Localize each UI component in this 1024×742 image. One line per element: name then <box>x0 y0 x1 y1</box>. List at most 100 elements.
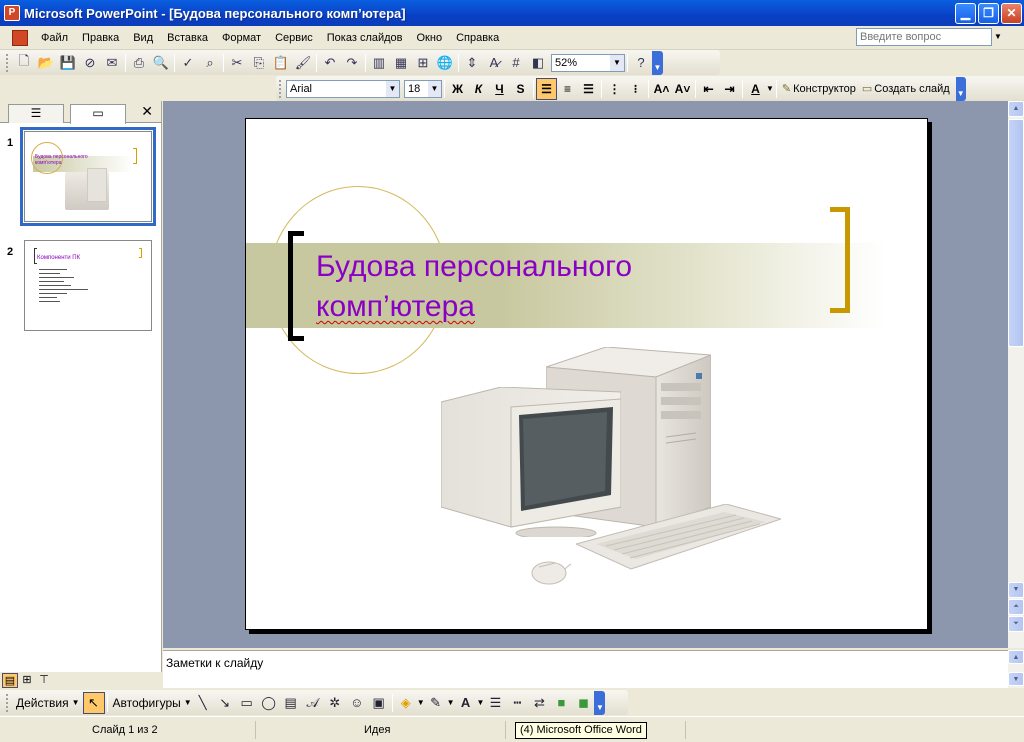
arrow-icon[interactable]: ↘ <box>214 692 236 714</box>
fill-color-icon[interactable]: ◈ <box>395 692 417 714</box>
paste-icon[interactable]: 📋 <box>270 52 292 74</box>
help-icon[interactable]: ? <box>630 52 652 74</box>
redo-icon[interactable]: ↷ <box>341 52 363 74</box>
chevron-down-icon[interactable]: ▼ <box>447 698 455 707</box>
vertical-scrollbar[interactable]: ▲ ▼ ⏶ ⏷ <box>1008 101 1024 648</box>
show-formatting-icon[interactable]: A̷ <box>483 52 505 74</box>
chevron-down-icon[interactable]: ▼ <box>766 84 774 93</box>
chevron-down-icon[interactable]: ▼ <box>72 698 80 707</box>
scroll-down-icon[interactable]: ▼ <box>1008 582 1024 598</box>
line-style-icon[interactable]: ☰ <box>484 692 506 714</box>
menu-file[interactable]: Файл <box>34 32 75 44</box>
line-icon[interactable]: ╲ <box>192 692 214 714</box>
dash-style-icon[interactable]: ┅ <box>506 692 528 714</box>
scroll-thumb[interactable] <box>1008 119 1024 347</box>
3d-style-icon[interactable]: ◼ <box>572 692 594 714</box>
undo-icon[interactable]: ↶ <box>319 52 341 74</box>
actions-menu[interactable]: Действия <box>13 696 72 710</box>
textbox-icon[interactable]: ▤ <box>280 692 302 714</box>
numbering-icon[interactable]: ⋮ <box>604 78 625 100</box>
menu-edit[interactable]: Правка <box>75 32 126 44</box>
shadow-style-icon[interactable]: ■ <box>550 692 572 714</box>
slide-thumbnail[interactable]: Компоненти ПК <box>24 240 152 331</box>
autoshapes-menu[interactable]: Автофигуры <box>110 696 184 710</box>
menu-insert[interactable]: Вставка <box>160 32 215 44</box>
slideshow-icon[interactable]: ⊤ <box>36 673 52 688</box>
chevron-down-icon[interactable]: ▼ <box>610 54 624 71</box>
chevron-down-icon[interactable]: ▼ <box>477 698 485 707</box>
toolbar-options-icon[interactable]: ▼ <box>652 50 663 75</box>
insert-chart-icon[interactable]: ▥ <box>368 52 390 74</box>
toolbar-grip[interactable] <box>6 693 9 712</box>
font-color-icon[interactable]: A <box>455 692 477 714</box>
open-icon[interactable]: 📂 <box>35 52 57 74</box>
rectangle-icon[interactable]: ▭ <box>236 692 258 714</box>
grid-icon[interactable]: # <box>505 52 527 74</box>
toolbar-grip[interactable] <box>6 53 9 72</box>
underline-button[interactable]: Ч <box>489 78 510 100</box>
next-slide-icon[interactable]: ⏷ <box>1008 616 1024 632</box>
chevron-down-icon[interactable]: ▼ <box>428 80 441 97</box>
decrease-indent-icon[interactable]: ⇤ <box>698 78 719 100</box>
research-icon[interactable]: ⌕ <box>199 52 221 74</box>
increase-indent-icon[interactable]: ⇥ <box>719 78 740 100</box>
toolbar-options-icon[interactable]: ▼ <box>594 690 606 715</box>
tab-outline[interactable]: ☰ <box>8 104 64 123</box>
wordart-icon[interactable]: 𝒜 <box>302 692 324 714</box>
normal-view-icon[interactable]: ▤ <box>2 672 18 688</box>
menu-format[interactable]: Формат <box>215 32 268 44</box>
menu-window[interactable]: Окно <box>410 32 450 44</box>
scroll-down-icon[interactable]: ▼ <box>1008 672 1024 686</box>
slide-sorter-icon[interactable]: ⊞ <box>19 673 35 688</box>
help-search-input[interactable]: Введите вопрос <box>856 28 992 46</box>
slide-canvas[interactable]: Будова персонального комп’ютера <box>245 118 928 630</box>
chevron-down-icon[interactable]: ▼ <box>184 698 192 707</box>
menu-help[interactable]: Справка <box>449 32 506 44</box>
menu-view[interactable]: Вид <box>126 32 160 44</box>
slide-title[interactable]: Будова персонального комп’ютера <box>316 247 756 327</box>
picture-icon[interactable]: ▣ <box>368 692 390 714</box>
bullets-icon[interactable]: ⁝ <box>625 78 646 100</box>
email-icon[interactable]: ✉ <box>101 52 123 74</box>
copy-icon[interactable]: ⎘ <box>248 52 270 74</box>
hyperlink-icon[interactable]: 🌐 <box>434 52 456 74</box>
arrow-style-icon[interactable]: ⇄ <box>528 692 550 714</box>
increase-font-icon[interactable]: A˄ <box>651 78 672 100</box>
scroll-up-icon[interactable]: ▲ <box>1008 101 1024 117</box>
align-center-icon[interactable]: ≡ <box>557 78 578 100</box>
font-color-icon[interactable]: A <box>745 78 766 100</box>
spelling-icon[interactable]: ✓ <box>177 52 199 74</box>
color-grayscale-icon[interactable]: ◧ <box>527 52 549 74</box>
zoom-select[interactable]: 52% ▼ <box>551 53 625 72</box>
print-icon[interactable]: ⎙ <box>128 52 150 74</box>
tables-borders-icon[interactable]: ⊞ <box>412 52 434 74</box>
close-icon[interactable]: ✕ <box>141 103 153 120</box>
align-right-icon[interactable]: ☰ <box>578 78 599 100</box>
minimize-button[interactable]: ▁ <box>955 2 976 24</box>
toolbar-grip[interactable] <box>279 79 282 98</box>
new-slide-button[interactable]: ▭ Создать слайд <box>859 82 953 96</box>
previous-slide-icon[interactable]: ⏶ <box>1008 599 1024 615</box>
tab-slides[interactable]: ▭ <box>70 104 126 124</box>
chevron-down-icon[interactable]: ▼ <box>417 698 425 707</box>
chevron-down-icon[interactable]: ▼ <box>386 80 399 97</box>
clipart-icon[interactable]: ☺ <box>346 692 368 714</box>
italic-button[interactable]: К <box>468 78 489 100</box>
menu-tools[interactable]: Сервис <box>268 32 320 44</box>
save-icon[interactable]: 💾 <box>57 52 79 74</box>
notes-scrollbar[interactable]: ▲ ▼ <box>1008 650 1024 688</box>
shadow-button[interactable]: S <box>510 78 531 100</box>
align-left-icon[interactable]: ☰ <box>536 77 557 100</box>
bold-button[interactable]: Ж <box>447 78 468 100</box>
close-button[interactable]: ✕ <box>1001 2 1022 24</box>
permission-icon[interactable]: ⊘ <box>79 52 101 74</box>
print-preview-icon[interactable]: 🔍 <box>150 52 172 74</box>
toolbar-options-icon[interactable]: ▼ <box>955 76 966 101</box>
font-select[interactable]: Arial ▼ <box>286 79 400 98</box>
slide-thumbnail[interactable]: Будова персонального комп’ютера <box>20 127 156 226</box>
menu-slideshow[interactable]: Показ слайдов <box>320 32 410 44</box>
cut-icon[interactable]: ✂ <box>226 52 248 74</box>
font-size-select[interactable]: 18 ▼ <box>404 79 442 98</box>
line-color-icon[interactable]: ✎ <box>425 692 447 714</box>
help-dropdown-icon[interactable]: ▼ <box>994 32 1002 41</box>
